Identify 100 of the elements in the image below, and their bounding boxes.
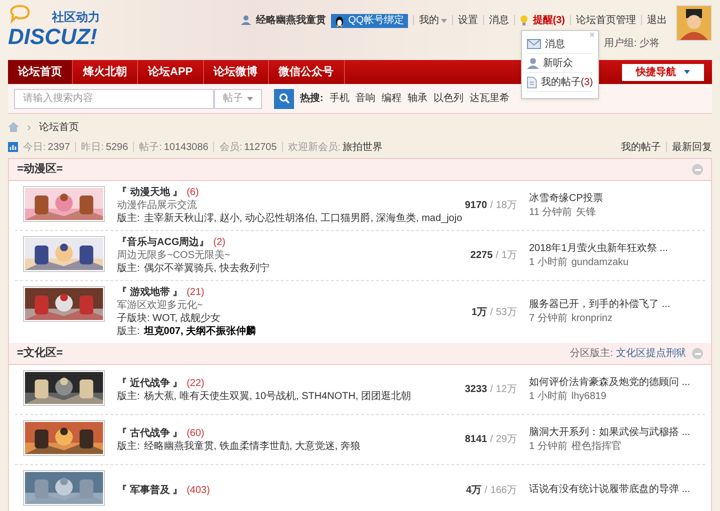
hot-search-link[interactable]: 手机 — [329, 91, 350, 106]
last-post-time: 1 小时前 — [529, 256, 568, 270]
subforum-list: 子版块: WOT, 战舰少女 — [117, 312, 439, 325]
last-post-time: 1 小时前 — [529, 390, 568, 404]
last-post-title[interactable]: 话说有没有统计说履带底盘的导弹 ... — [529, 483, 690, 497]
lightbulb-icon — [520, 15, 528, 26]
forum-new-count: (22) — [186, 376, 204, 390]
moderator-label: 版主: — [117, 440, 140, 452]
collapse-icon[interactable] — [692, 348, 703, 359]
forum-title[interactable]: 『 军事普及 』 — [117, 484, 183, 496]
count-separator: / — [490, 383, 493, 397]
moderator-list: 坦克007, 夫纲不振张仲麟 — [144, 325, 256, 338]
penguin-icon — [335, 16, 344, 26]
moderator-label: 版主: — [117, 262, 140, 275]
section-moderator-label: 分区版主: — [570, 346, 613, 361]
count-separator: / — [496, 249, 498, 263]
topic-count: 8141 — [464, 433, 488, 447]
stat-label: 今日: — [23, 140, 46, 154]
last-post-author[interactable]: 橙色指挥官 — [571, 440, 622, 454]
forum-description: 周边无限多~COS无限美~ — [117, 249, 232, 262]
popup-menu-item[interactable]: 新听众 — [543, 56, 573, 70]
header-link[interactable]: 我的 — [418, 15, 447, 27]
caret-icon — [247, 96, 253, 100]
search-button[interactable] — [274, 88, 294, 108]
post-count: 18万 — [496, 199, 517, 213]
count-separator: / — [490, 306, 493, 320]
moderator-label: 版主: — [117, 390, 140, 402]
post-count: 12万 — [496, 383, 517, 397]
hot-search-link[interactable]: 音响 — [355, 91, 376, 106]
qq-bind-button[interactable]: QQ帐号绑定 — [331, 14, 408, 28]
breadcrumb-link[interactable]: 论坛首页 — [39, 120, 79, 134]
collapse-icon[interactable] — [692, 164, 703, 175]
reminder-link[interactable]: 提醒(3) — [532, 15, 565, 27]
forum-description: 军游区欢迎多元化~ — [117, 299, 204, 312]
forum-new-count: (60) — [186, 426, 204, 440]
moderator-list: 偶尔不举翼骑兵, 快去救列宁 — [144, 262, 270, 275]
moderator-label: 版主: — [117, 212, 140, 225]
user-icon — [241, 15, 252, 25]
moderator-label: 版主: — [117, 325, 140, 338]
last-post-author[interactable]: kronprinz — [571, 312, 612, 326]
count-separator: / — [490, 199, 493, 213]
last-post-time: 11 分钟前 — [529, 206, 572, 220]
last-post-title[interactable]: 如何评价法肯豪森及炮党的德顾问 ... — [529, 376, 690, 390]
last-post-title[interactable]: 服务器已开，到手的补偿飞了 ... — [529, 298, 670, 312]
stat-value: 旅拍世界 — [342, 140, 383, 154]
bar-chart-icon — [8, 142, 18, 152]
last-post-author[interactable]: lhy6819 — [571, 390, 606, 404]
speech-bubble-icon — [8, 4, 32, 26]
last-post-title[interactable]: 2018年1月萤火虫新年狂欢祭 ... — [529, 242, 668, 256]
section-title[interactable]: =文化区= — [17, 345, 63, 362]
post-count: 166万 — [490, 484, 517, 498]
stats-link[interactable]: 最新回复 — [672, 140, 712, 154]
caret-icon — [684, 70, 690, 74]
hot-search-link[interactable]: 以色列 — [433, 91, 464, 106]
moderator-list: 圭宰新天秋山澪, 赵小, 动心忍性胡洛伯, 工口猫男爵, 深海鱼类, mad_jojo — [144, 212, 462, 225]
search-icon — [278, 93, 290, 104]
stat-value: 112705 — [244, 140, 277, 154]
username-link[interactable]: 经略幽燕我童贯 — [256, 15, 326, 27]
last-post-author[interactable]: gundamzaku — [571, 256, 629, 270]
hot-search-link[interactable]: 轴承 — [407, 91, 428, 106]
person-icon — [527, 57, 539, 69]
search-field[interactable]: 请输入搜索内容 — [14, 88, 214, 108]
stat-value: 10143086 — [164, 140, 208, 154]
user-avatar[interactable] — [677, 6, 711, 40]
forum-new-count: (403) — [186, 484, 210, 496]
section-title[interactable]: =动漫区= — [17, 161, 63, 178]
last-post-title[interactable]: 冰雪奇缘CP投票 — [529, 192, 603, 206]
logo-text[interactable]: DISCUZ! — [8, 26, 118, 48]
stat-label: 帖子: — [139, 140, 162, 154]
stat-value: 5296 — [106, 140, 128, 154]
last-post-title[interactable]: 脑洞大开系列：如果武侯与武穆搭 ... — [529, 426, 690, 440]
header-link[interactable]: 论坛首页管理 — [576, 15, 636, 27]
moderator-list: 杨大蕉, 唯有天使生双翼, 10号战机, STH4NOTH, 团团逛北朝 — [144, 390, 412, 402]
popup-menu-item[interactable]: 消息 — [545, 36, 565, 52]
header-link[interactable]: 退出 — [647, 15, 667, 27]
forum-title[interactable]: 『 古代战争 』 — [117, 426, 183, 440]
home-icon[interactable] — [8, 122, 19, 132]
count-separator: / — [490, 433, 493, 447]
stats-link[interactable]: 我的帖子 — [621, 140, 661, 154]
stat-label: 欢迎新会员: — [288, 140, 341, 154]
hot-search-link[interactable]: 编程 — [381, 91, 402, 106]
popup-menu-item[interactable]: 我的帖子(3) — [540, 74, 593, 90]
header-link[interactable]: 消息 — [488, 15, 509, 27]
topic-count: 4万 — [466, 484, 482, 498]
forum-title[interactable]: 『 游戏地带 』 — [117, 286, 183, 299]
forum-title[interactable]: 『 动漫天地 』 — [117, 186, 183, 199]
last-post-author[interactable]: 矢锋 — [576, 206, 596, 220]
nav-tab[interactable]: 论坛首页 — [8, 60, 73, 84]
header-link[interactable]: 设置 — [458, 15, 478, 27]
section-moderator-link[interactable]: 文化区提点刑狱 — [616, 346, 686, 361]
stat-label: 会员: — [219, 140, 242, 154]
forum-title[interactable]: 『音乐与ACG周边』 — [117, 236, 210, 249]
stat-value: 2397 — [48, 140, 70, 154]
forum-title[interactable]: 『 近代战争 』 — [117, 376, 183, 390]
user-group-label[interactable]: 用户组: 少将 — [604, 36, 660, 51]
quick-nav-button[interactable]: 快捷导航 — [622, 64, 704, 80]
moderator-list: 经略幽燕我童贯, 铁血柔情李世勣, 大意觉迷, 奔狼 — [144, 440, 360, 452]
hot-search-link[interactable]: 达瓦里希 — [469, 91, 510, 106]
topic-count: 2275 — [470, 249, 493, 263]
topic-count: 9170 — [464, 199, 488, 213]
